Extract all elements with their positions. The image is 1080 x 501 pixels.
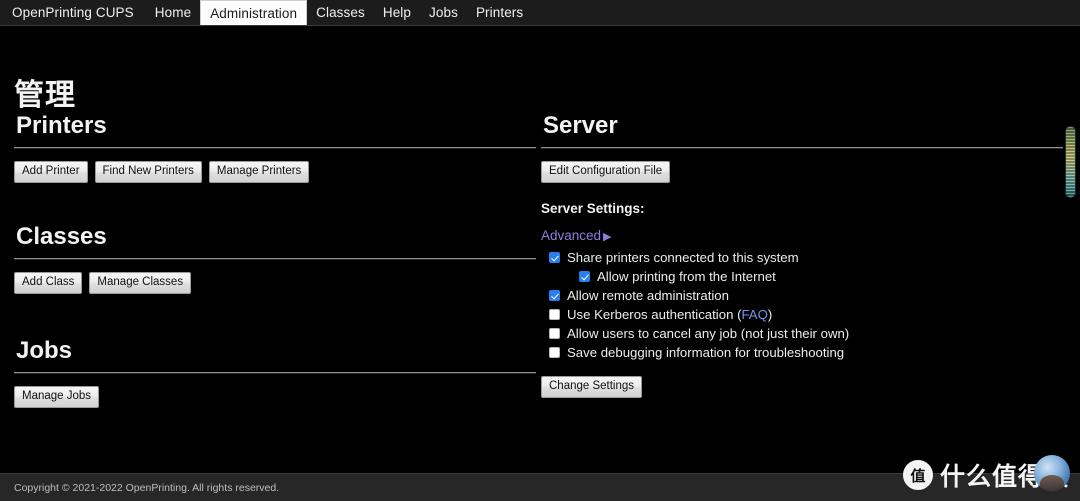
- jobs-button-row: Manage Jobs: [14, 385, 536, 409]
- jobs-heading: Jobs: [16, 337, 73, 365]
- checkbox-allow-internet-printing[interactable]: [579, 271, 590, 283]
- jobs-divider: [14, 371, 536, 374]
- printers-heading: Printers: [16, 112, 107, 139]
- section-server: Server Edit Configuration File Server Se…: [541, 112, 1063, 399]
- faq-link[interactable]: FAQ: [741, 307, 767, 322]
- setting-allow-remote-administration-label: Allow remote administration: [567, 288, 729, 304]
- setting-save-debugging-information[interactable]: Save debugging information for troublesh…: [541, 343, 1063, 362]
- setting-allow-internet-printing-label: Allow printing from the Internet: [597, 269, 776, 285]
- nav-item-help[interactable]: Help: [374, 0, 420, 25]
- server-heading: Server: [543, 112, 618, 139]
- nav-item-jobs[interactable]: Jobs: [420, 0, 467, 25]
- add-class-button[interactable]: Add Class: [14, 271, 83, 295]
- checkbox-allow-remote-administration[interactable]: [549, 290, 560, 302]
- setting-allow-cancel-any-job-label: Allow users to cancel any job (not just …: [567, 326, 850, 342]
- setting-allow-remote-administration[interactable]: Allow remote administration: [541, 286, 1063, 305]
- nav-item-printers[interactable]: Printers: [467, 0, 532, 25]
- setting-allow-cancel-any-job[interactable]: Allow users to cancel any job (not just …: [541, 324, 1063, 343]
- manage-classes-button[interactable]: Manage Classes: [89, 271, 192, 295]
- setting-kerberos-authentication-label: Use Kerberos authentication (FAQ): [567, 306, 772, 323]
- find-new-printers-button[interactable]: Find New Printers: [94, 160, 202, 184]
- footer-copyright-text: Copyright © 2021-2022 OpenPrinting. All …: [14, 481, 280, 494]
- printers-button-row: Add Printer Find New Printers Manage Pri…: [14, 160, 536, 184]
- change-settings-button[interactable]: Change Settings: [541, 376, 643, 399]
- advanced-label: Advanced: [541, 228, 602, 244]
- server-button-row: Edit Configuration File: [541, 160, 1063, 184]
- page-title: 管理: [14, 79, 76, 113]
- left-column: Printers Add Printer Find New Printers M…: [14, 112, 536, 409]
- chevron-right-icon: ▶: [603, 231, 612, 244]
- nav-brand-openprinting-cups[interactable]: OpenPrinting CUPS: [8, 0, 146, 25]
- classes-button-row: Add Class Manage Classes: [14, 271, 536, 295]
- kerberos-suffix: ): [767, 307, 773, 323]
- page-footer: Copyright © 2021-2022 OpenPrinting. All …: [0, 473, 1080, 501]
- classes-heading: Classes: [16, 223, 107, 251]
- right-column: Server Edit Configuration File Server Se…: [541, 112, 1063, 399]
- setting-share-printers[interactable]: Share printers connected to this system: [541, 248, 1063, 267]
- section-printers: Printers Add Printer Find New Printers M…: [14, 112, 536, 184]
- manage-printers-button[interactable]: Manage Printers: [208, 160, 310, 184]
- setting-share-printers-label: Share printers connected to this system: [567, 250, 799, 266]
- setting-save-debugging-information-label: Save debugging information for troublesh…: [567, 345, 845, 361]
- nav-item-administration[interactable]: Administration: [200, 0, 308, 25]
- advanced-toggle-link[interactable]: Advanced ▶: [541, 228, 612, 243]
- add-printer-button[interactable]: Add Printer: [14, 160, 88, 184]
- checkbox-share-printers[interactable]: [549, 252, 560, 264]
- nav-item-home[interactable]: Home: [146, 0, 200, 25]
- setting-kerberos-authentication[interactable]: Use Kerberos authentication (FAQ): [541, 305, 1063, 324]
- printers-divider: [14, 146, 536, 149]
- setting-allow-internet-printing[interactable]: Allow printing from the Internet: [541, 267, 1063, 286]
- vertical-scrollbar-thumb[interactable]: [1065, 126, 1076, 198]
- classes-divider: [14, 257, 536, 260]
- checkbox-save-debugging-information[interactable]: [549, 347, 560, 359]
- nav-item-classes[interactable]: Classes: [307, 0, 374, 25]
- checkbox-kerberos-authentication[interactable]: [549, 309, 560, 321]
- section-classes: Classes Add Class Manage Classes: [14, 223, 536, 295]
- server-settings-checkbox-list: Share printers connected to this system …: [541, 248, 1063, 362]
- vertical-scrollbar-track[interactable]: [1063, 28, 1078, 473]
- change-settings-row: Change Settings: [541, 376, 1063, 399]
- kerberos-text: Use Kerberos authentication (: [567, 307, 742, 323]
- manage-jobs-button[interactable]: Manage Jobs: [14, 385, 100, 409]
- top-navigation-bar: OpenPrinting CUPS Home Administration Cl…: [0, 0, 1080, 26]
- edit-configuration-file-button[interactable]: Edit Configuration File: [541, 160, 671, 184]
- checkbox-allow-cancel-any-job[interactable]: [549, 328, 560, 340]
- server-settings-label: Server Settings:: [541, 201, 645, 217]
- server-divider: [541, 146, 1063, 149]
- section-jobs: Jobs Manage Jobs: [14, 337, 536, 409]
